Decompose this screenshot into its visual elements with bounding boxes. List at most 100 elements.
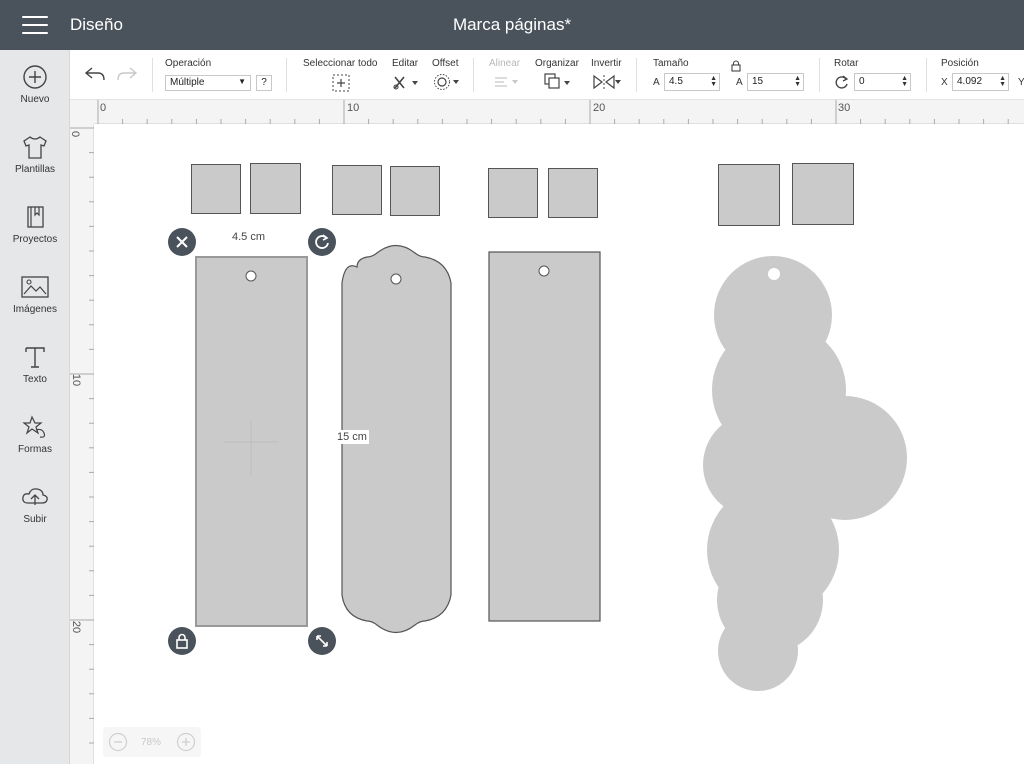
pos-x-input[interactable]: 4.092 ▲ ▼	[952, 73, 1009, 91]
bookmark-rectangle[interactable]	[488, 251, 601, 622]
bookmark-hole	[538, 265, 550, 277]
offset-label: Offset	[432, 58, 459, 69]
sidebar-item-text[interactable]: Texto	[0, 344, 70, 406]
top-ruler-ticks	[97, 100, 1009, 124]
toolbar-divider	[819, 58, 820, 92]
flip-label: Invertir	[591, 58, 622, 69]
zoom-level: 78%	[141, 737, 162, 748]
bookmark-hole	[390, 273, 402, 285]
bookmark-hole	[245, 270, 257, 282]
image-icon	[21, 276, 49, 298]
left-ruler-ticks	[70, 127, 94, 744]
edit-tools-icon[interactable]	[392, 73, 420, 91]
lock-handle[interactable]	[168, 627, 196, 655]
ruler-label: 10	[70, 373, 83, 387]
sidebar-item-upload[interactable]: Subir	[0, 484, 70, 546]
tshirt-icon	[23, 136, 47, 159]
rotate-label: Rotar	[834, 58, 859, 69]
width-input[interactable]: 4.5 ▲ ▼	[664, 73, 720, 91]
bookmark-hole	[768, 268, 780, 280]
sidebar-item-label: Plantillas	[14, 164, 56, 175]
select-all-label: Seleccionar todo	[303, 58, 378, 69]
flip-icon[interactable]	[592, 73, 622, 91]
height-value: 15	[752, 76, 764, 87]
toolbar-divider	[926, 58, 927, 92]
sidebar: Nuevo Plantillas Proyectos Imágenes Text…	[0, 50, 70, 764]
sidebar-item-label: Texto	[23, 374, 47, 385]
stepper-icon[interactable]: ▲ ▼	[710, 75, 717, 88]
stepper-icon[interactable]: ▲ ▼	[794, 75, 801, 88]
operation-value: Múltiple	[170, 77, 205, 88]
select-all-icon[interactable]	[331, 73, 351, 93]
resize-handle[interactable]	[308, 627, 336, 655]
bookmark-circles[interactable]	[703, 256, 907, 691]
stepper-icon[interactable]: ▲ ▼	[999, 75, 1006, 88]
operation-select[interactable]: Múltiple ▼	[165, 75, 251, 91]
ruler-label: 0	[69, 130, 82, 138]
sidebar-item-label: Subir	[23, 514, 47, 525]
zoom-out-icon[interactable]	[108, 732, 128, 752]
size-label: Tamaño	[653, 58, 689, 69]
sidebar-item-new[interactable]: Nuevo	[0, 64, 70, 126]
document-title: Marca páginas*	[452, 15, 572, 34]
width-value: 4.5	[669, 76, 683, 87]
left-ruler: 0 10 20	[69, 124, 94, 764]
shapes-layer	[195, 244, 907, 691]
ruler-label: 0	[100, 102, 107, 114]
sidebar-item-label: Imágenes	[13, 304, 57, 315]
align-icon[interactable]	[492, 73, 520, 91]
sidebar-item-label: Proyectos	[12, 234, 58, 245]
close-icon	[176, 236, 188, 248]
top-ruler: 0 10 20 30	[94, 100, 1024, 124]
book-icon	[27, 206, 44, 228]
ruler-corner	[70, 100, 94, 124]
arrange-icon[interactable]	[543, 72, 571, 92]
toolbar-divider	[473, 58, 474, 92]
zoom-control: 78%	[103, 727, 201, 757]
undo-icon[interactable]	[84, 64, 106, 84]
rotate-icon	[835, 75, 849, 89]
position-label: Posición	[941, 58, 979, 69]
resize-arrows-icon	[316, 635, 328, 647]
design-canvas[interactable]: 4.5 cm 15 cm	[95, 125, 1024, 764]
align-label: Alinear	[489, 58, 521, 69]
offset-icon[interactable]	[433, 73, 461, 91]
rotate-handle[interactable]	[308, 228, 336, 256]
sidebar-item-projects[interactable]: Proyectos	[0, 204, 70, 266]
width-dimension-label: 4.5 cm	[230, 230, 268, 244]
sidebar-item-templates[interactable]: Plantillas	[0, 134, 70, 196]
edit-label: Editar	[392, 58, 419, 69]
sidebar-item-shapes[interactable]: Formas	[0, 414, 70, 476]
pos-y-letter: Y	[1018, 77, 1024, 88]
width-letter: A	[653, 77, 660, 88]
operation-help-button[interactable]: ?	[256, 75, 272, 91]
sidebar-item-images[interactable]: Imágenes	[0, 274, 70, 336]
ruler-label: 30	[838, 102, 851, 114]
sidebar-item-label: Nuevo	[20, 94, 50, 105]
text-icon	[25, 347, 45, 368]
toolbar-divider	[152, 58, 153, 92]
height-letter: A	[736, 77, 743, 88]
delete-handle[interactable]	[168, 228, 196, 256]
toolbar-divider	[286, 58, 287, 92]
zoom-in-icon[interactable]	[176, 732, 196, 752]
toolbar-divider	[636, 58, 637, 92]
sidebar-item-label: Formas	[18, 444, 52, 455]
shapes-icon	[22, 415, 46, 438]
height-input[interactable]: 15 ▲ ▼	[747, 73, 804, 91]
top-bar: Diseño Marca páginas*	[0, 0, 1024, 50]
lock-icon	[176, 633, 188, 649]
ruler-label: 10	[347, 102, 360, 114]
upload-cloud-icon	[22, 488, 48, 505]
stepper-icon[interactable]: ▲ ▼	[901, 75, 908, 88]
rotate-value: 0	[859, 76, 865, 87]
redo-icon[interactable]	[116, 64, 138, 84]
dropdown-arrow-icon: ▼	[238, 77, 246, 86]
arrange-label: Organizar	[535, 58, 579, 69]
lock-ratio-icon[interactable]	[729, 59, 743, 73]
rotate-input[interactable]: 0 ▲ ▼	[854, 73, 911, 91]
rotate-icon	[315, 234, 329, 249]
edit-toolbar: Operación Múltiple ▼ ? Seleccionar todo …	[70, 50, 1024, 100]
plus-circle-icon	[23, 65, 47, 89]
ruler-label: 20	[70, 620, 83, 634]
